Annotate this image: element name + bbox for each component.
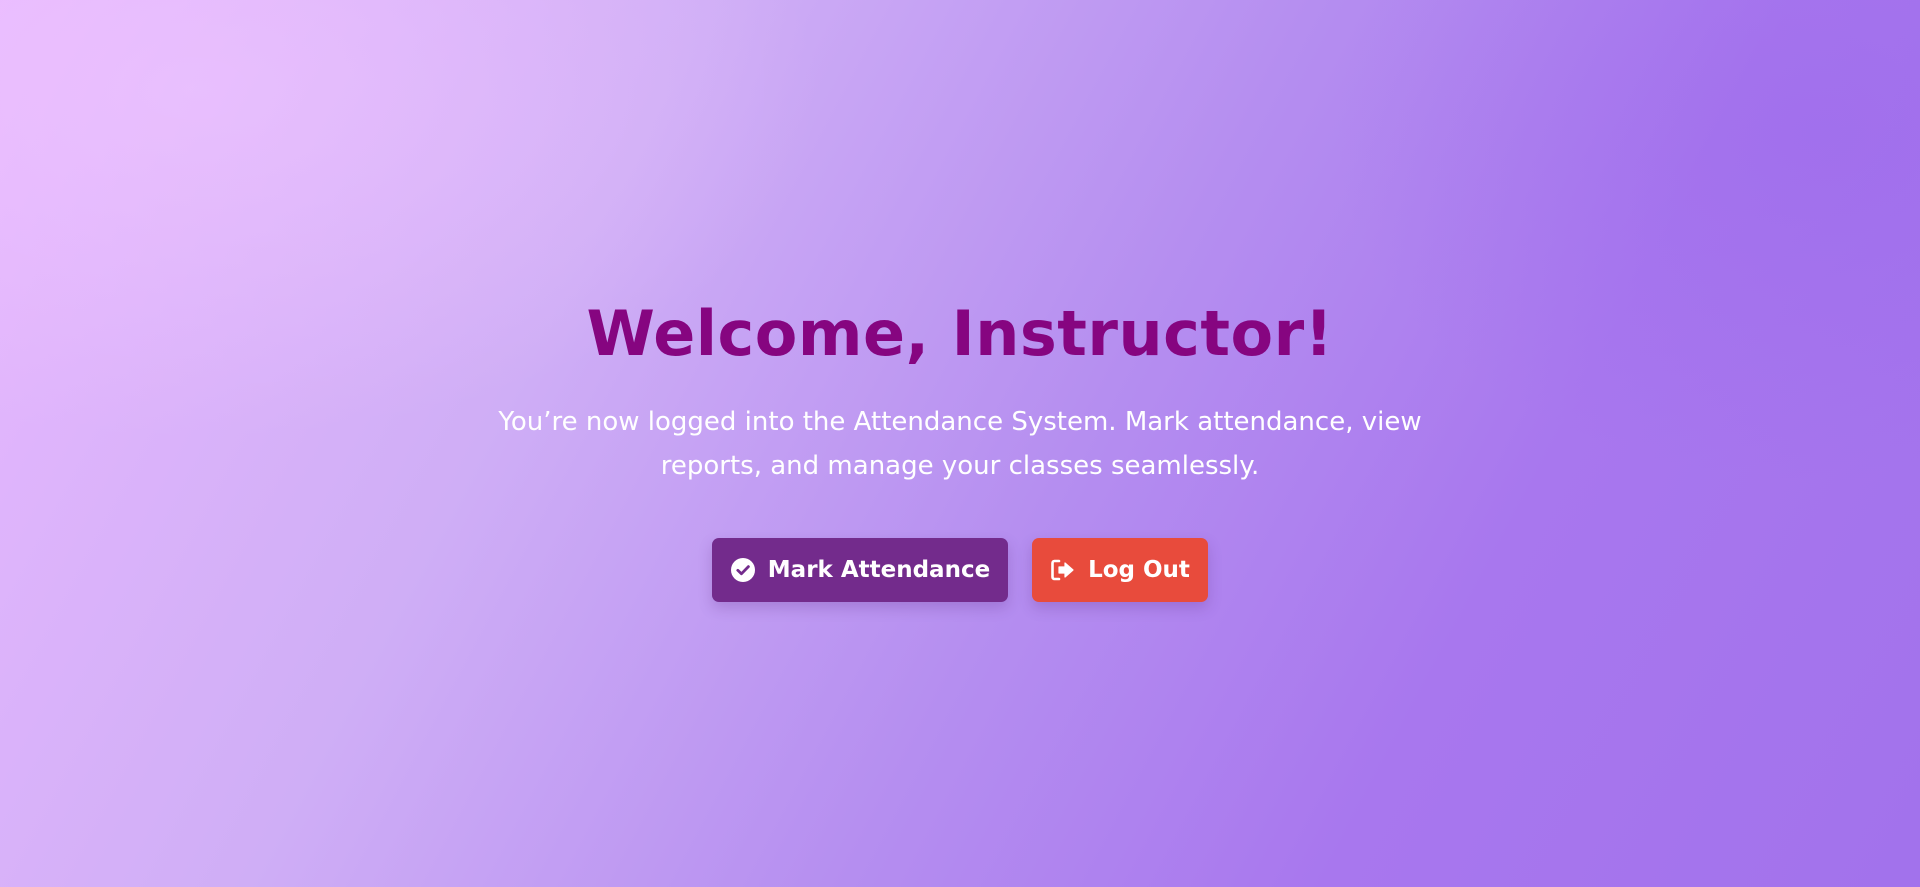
mark-attendance-button[interactable]: Mark Attendance xyxy=(712,538,1008,602)
mark-attendance-label: Mark Attendance xyxy=(767,557,991,583)
action-buttons: Mark Attendance Log Out xyxy=(0,538,1920,602)
check-circle-icon xyxy=(730,557,756,583)
welcome-message: You’re now logged into the Attendance Sy… xyxy=(498,407,1422,481)
log-out-label: Log Out xyxy=(1088,557,1190,583)
welcome-panel: Welcome, Instructor! You’re now logged i… xyxy=(0,290,1920,602)
log-out-button[interactable]: Log Out xyxy=(1032,538,1208,602)
page-title: Welcome, Instructor! xyxy=(586,297,1334,370)
sign-out-icon xyxy=(1050,557,1076,583)
